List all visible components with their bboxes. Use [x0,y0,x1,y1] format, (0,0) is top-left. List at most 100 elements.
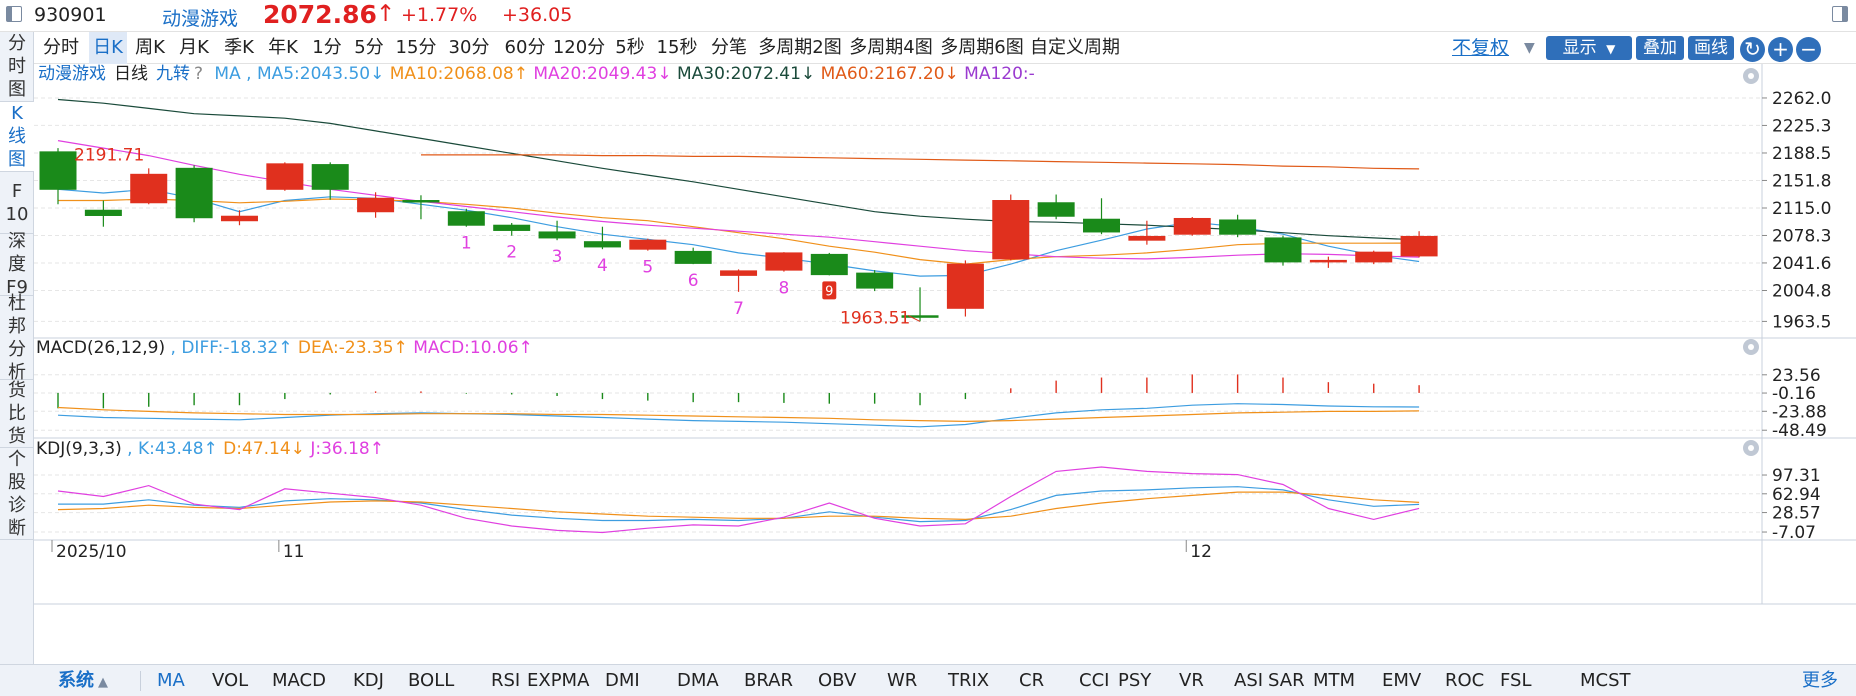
main-tick-label: 2188.5 [1772,144,1831,164]
main-tick-label: 2115.0 [1772,199,1831,219]
left-tab-char: 杜 [8,292,26,314]
left-tab-0[interactable]: 分时图 [0,32,34,102]
period-tab-9[interactable]: 30分 [446,32,492,64]
indicator-tab-dmi[interactable]: DMI [605,665,640,696]
period-tab-18[interactable]: 自定义周期 [1030,32,1120,64]
candle-up [357,197,395,213]
main-settings-gear-icon[interactable] [1743,68,1759,84]
indicator-tab-brar[interactable]: BRAR [744,665,793,696]
ma-legend-item: MA120:- [959,64,1035,84]
main-tick-label: 2262.0 [1772,89,1831,109]
period-tab-14[interactable]: 分笔 [709,32,749,64]
candle-down [447,211,485,226]
kline-chart[interactable]: 2262.0 2225.3 2188.5 2151.8 2115.0 2078.3 2041… [34,64,1856,664]
refresh-icon[interactable]: ↻ [1740,37,1765,62]
left-tab-char: 股 [8,471,26,493]
indicator-tab-obv[interactable]: OBV [818,665,856,696]
kdj-settings-gear-icon[interactable] [1743,440,1759,456]
period-tab-2[interactable]: 周K [131,32,169,64]
macd-legend: MACD(26,12,9) , DIFF:-18.32↑ DEA:-23.35↑… [36,338,533,358]
overlay-button[interactable]: 叠加 [1636,36,1684,60]
period-tab-6[interactable]: 1分 [309,32,345,64]
sidebar-toggle-icon[interactable] [6,6,22,22]
indicator-tab-vr[interactable]: VR [1179,665,1204,696]
period-tab-1[interactable]: 日K [89,32,127,64]
period-tab-11[interactable]: 120分 [552,32,606,64]
left-tab-char: 邦 [8,315,26,337]
indicator-tab-cr[interactable]: CR [1019,665,1044,696]
indicator-tab-wr[interactable]: WR [887,665,917,696]
period-tab-4[interactable]: 季K [220,32,258,64]
fuquan-dropdown-icon[interactable]: ▼ [1524,40,1535,56]
left-tab-3[interactable]: 深度 F9 [0,231,34,298]
panel-toggle-icon[interactable] [1832,6,1848,22]
indicator-tab-system[interactable]: 系统 ▲ [58,665,108,696]
period-tab-15[interactable]: 多周期2图 [758,32,842,64]
indicator-tab-macd[interactable]: MACD [272,665,326,696]
main-tick-label: 2004.8 [1772,281,1831,301]
period-tab-3[interactable]: 月K [175,32,213,64]
indicator-tab-vol[interactable]: VOL [212,665,248,696]
left-tab-4[interactable]: 杜邦分析 [0,293,34,383]
stock-name[interactable]: 动漫游戏 [162,4,238,31]
left-tab-char: 比 [8,403,26,424]
indicator-tab-ma[interactable]: MA [157,665,185,696]
indicator-tab-cci[interactable]: CCI [1079,665,1109,696]
period-bar: 不复权 ▼ 显示 ▼ 叠加 画线 ↻ + − 分时 日K 周K 月K 季K 年K 1分 5分 1… [34,32,1856,64]
period-tab-5[interactable]: 年K [264,32,302,64]
candle-down [493,224,531,231]
change-amount: +36.05 [502,4,573,26]
seq-label: 1 [461,234,472,254]
indicator-tab-trix[interactable]: TRIX [948,665,989,696]
period-tab-16[interactable]: 多周期4图 [849,32,933,64]
seq-label: 3 [552,247,563,267]
show-button[interactable]: 显示 ▼ [1546,36,1632,60]
indicator-tab-sar[interactable]: SAR [1268,665,1305,696]
left-tab-char: 断 [8,517,26,539]
period-tab-13[interactable]: 15秒 [654,32,700,64]
macd-settings-gear-icon[interactable] [1743,339,1759,355]
left-tab-char: 个 [8,448,26,470]
indicator-tab-emv[interactable]: EMV [1382,665,1421,696]
indicator-tab-boll[interactable]: BOLL [408,665,454,696]
candle-up [220,215,258,222]
draw-line-button[interactable]: 画线 [1688,36,1734,60]
jiuzhuan-nine-badge: 9 [822,281,837,300]
indicator-tab-rsi[interactable]: RSI [491,665,520,696]
indicator-tab-expma[interactable]: EXPMA [527,665,589,696]
period-tab-12[interactable]: 5秒 [612,32,648,64]
indicator-tab-mcst[interactable]: MCST [1580,665,1631,696]
change-percent: +1.77% [401,4,478,26]
indicator-tab-dma[interactable]: DMA [677,665,719,696]
more-button[interactable]: 更多 [1802,665,1838,696]
indicator-tab-roc[interactable]: ROC [1445,665,1484,696]
help-icon[interactable]: ? [194,64,203,84]
seq-label: 5 [642,258,653,278]
candle-down [1264,237,1302,263]
indicator-tab-kdj[interactable]: KDJ [353,665,384,696]
system-dropdown-icon: ▲ [98,675,108,690]
left-tab-1[interactable]: K线图 [0,102,34,172]
period-tab-0[interactable]: 分时 [39,32,83,64]
candle-down [583,241,621,248]
left-tab-5[interactable]: 货比货 [0,380,34,448]
gear-hole [1748,73,1754,79]
left-tab-char: 分 [8,33,26,54]
indicator-tab-fsl[interactable]: FSL [1500,665,1532,696]
candle-up [1128,235,1166,241]
left-tab-6[interactable]: 个股诊断 [0,448,34,540]
zoom-out-icon[interactable]: − [1796,37,1821,62]
period-tab-8[interactable]: 15分 [394,32,438,64]
left-tab-2[interactable]: F 10 [0,172,34,234]
main-tick-label: 1963.5 [1772,312,1831,332]
indicator-tab-mtm[interactable]: MTM [1313,665,1355,696]
zoom-in-icon[interactable]: + [1768,37,1793,62]
indicator-tab-psy[interactable]: PSY [1118,665,1151,696]
indicator-tab-asi[interactable]: ASI [1234,665,1263,696]
fuquan-select[interactable]: 不复权 [1452,32,1509,64]
x-tick-label: 2025/10 [56,542,127,562]
period-tab-7[interactable]: 5分 [351,32,387,64]
period-tab-17[interactable]: 多周期6图 [940,32,1024,64]
period-tab-10[interactable]: 60分 [502,32,548,64]
candle-up [130,173,168,204]
